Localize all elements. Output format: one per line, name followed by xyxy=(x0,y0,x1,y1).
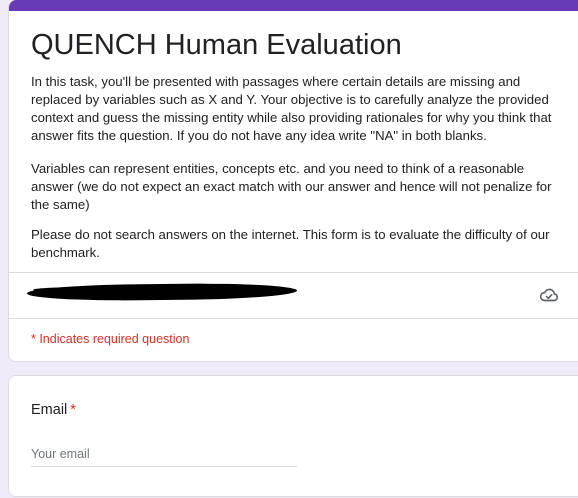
form-description-paragraph: Please do not search answers on the inte… xyxy=(31,227,550,260)
form-header-card: QUENCH Human Evaluation In this task, yo… xyxy=(8,0,578,362)
question-label: Email xyxy=(31,402,68,418)
form-title: QUENCH Human Evaluation xyxy=(31,29,402,61)
required-marker: * xyxy=(70,402,76,418)
redacted-account-email xyxy=(26,282,298,302)
divider xyxy=(9,318,578,319)
divider xyxy=(9,272,578,273)
email-input[interactable] xyxy=(31,442,297,467)
question-title: Email * xyxy=(31,400,76,420)
theme-accent-bar xyxy=(9,0,578,11)
form-description-paragraph: In this task, you'll be presented with p… xyxy=(31,74,552,143)
cloud-check-icon[interactable] xyxy=(538,284,560,306)
required-question-note: * Indicates required question xyxy=(31,332,190,346)
question-card-email: Email * xyxy=(8,375,578,497)
form-description-paragraph: Variables can represent entities, concep… xyxy=(31,161,552,212)
